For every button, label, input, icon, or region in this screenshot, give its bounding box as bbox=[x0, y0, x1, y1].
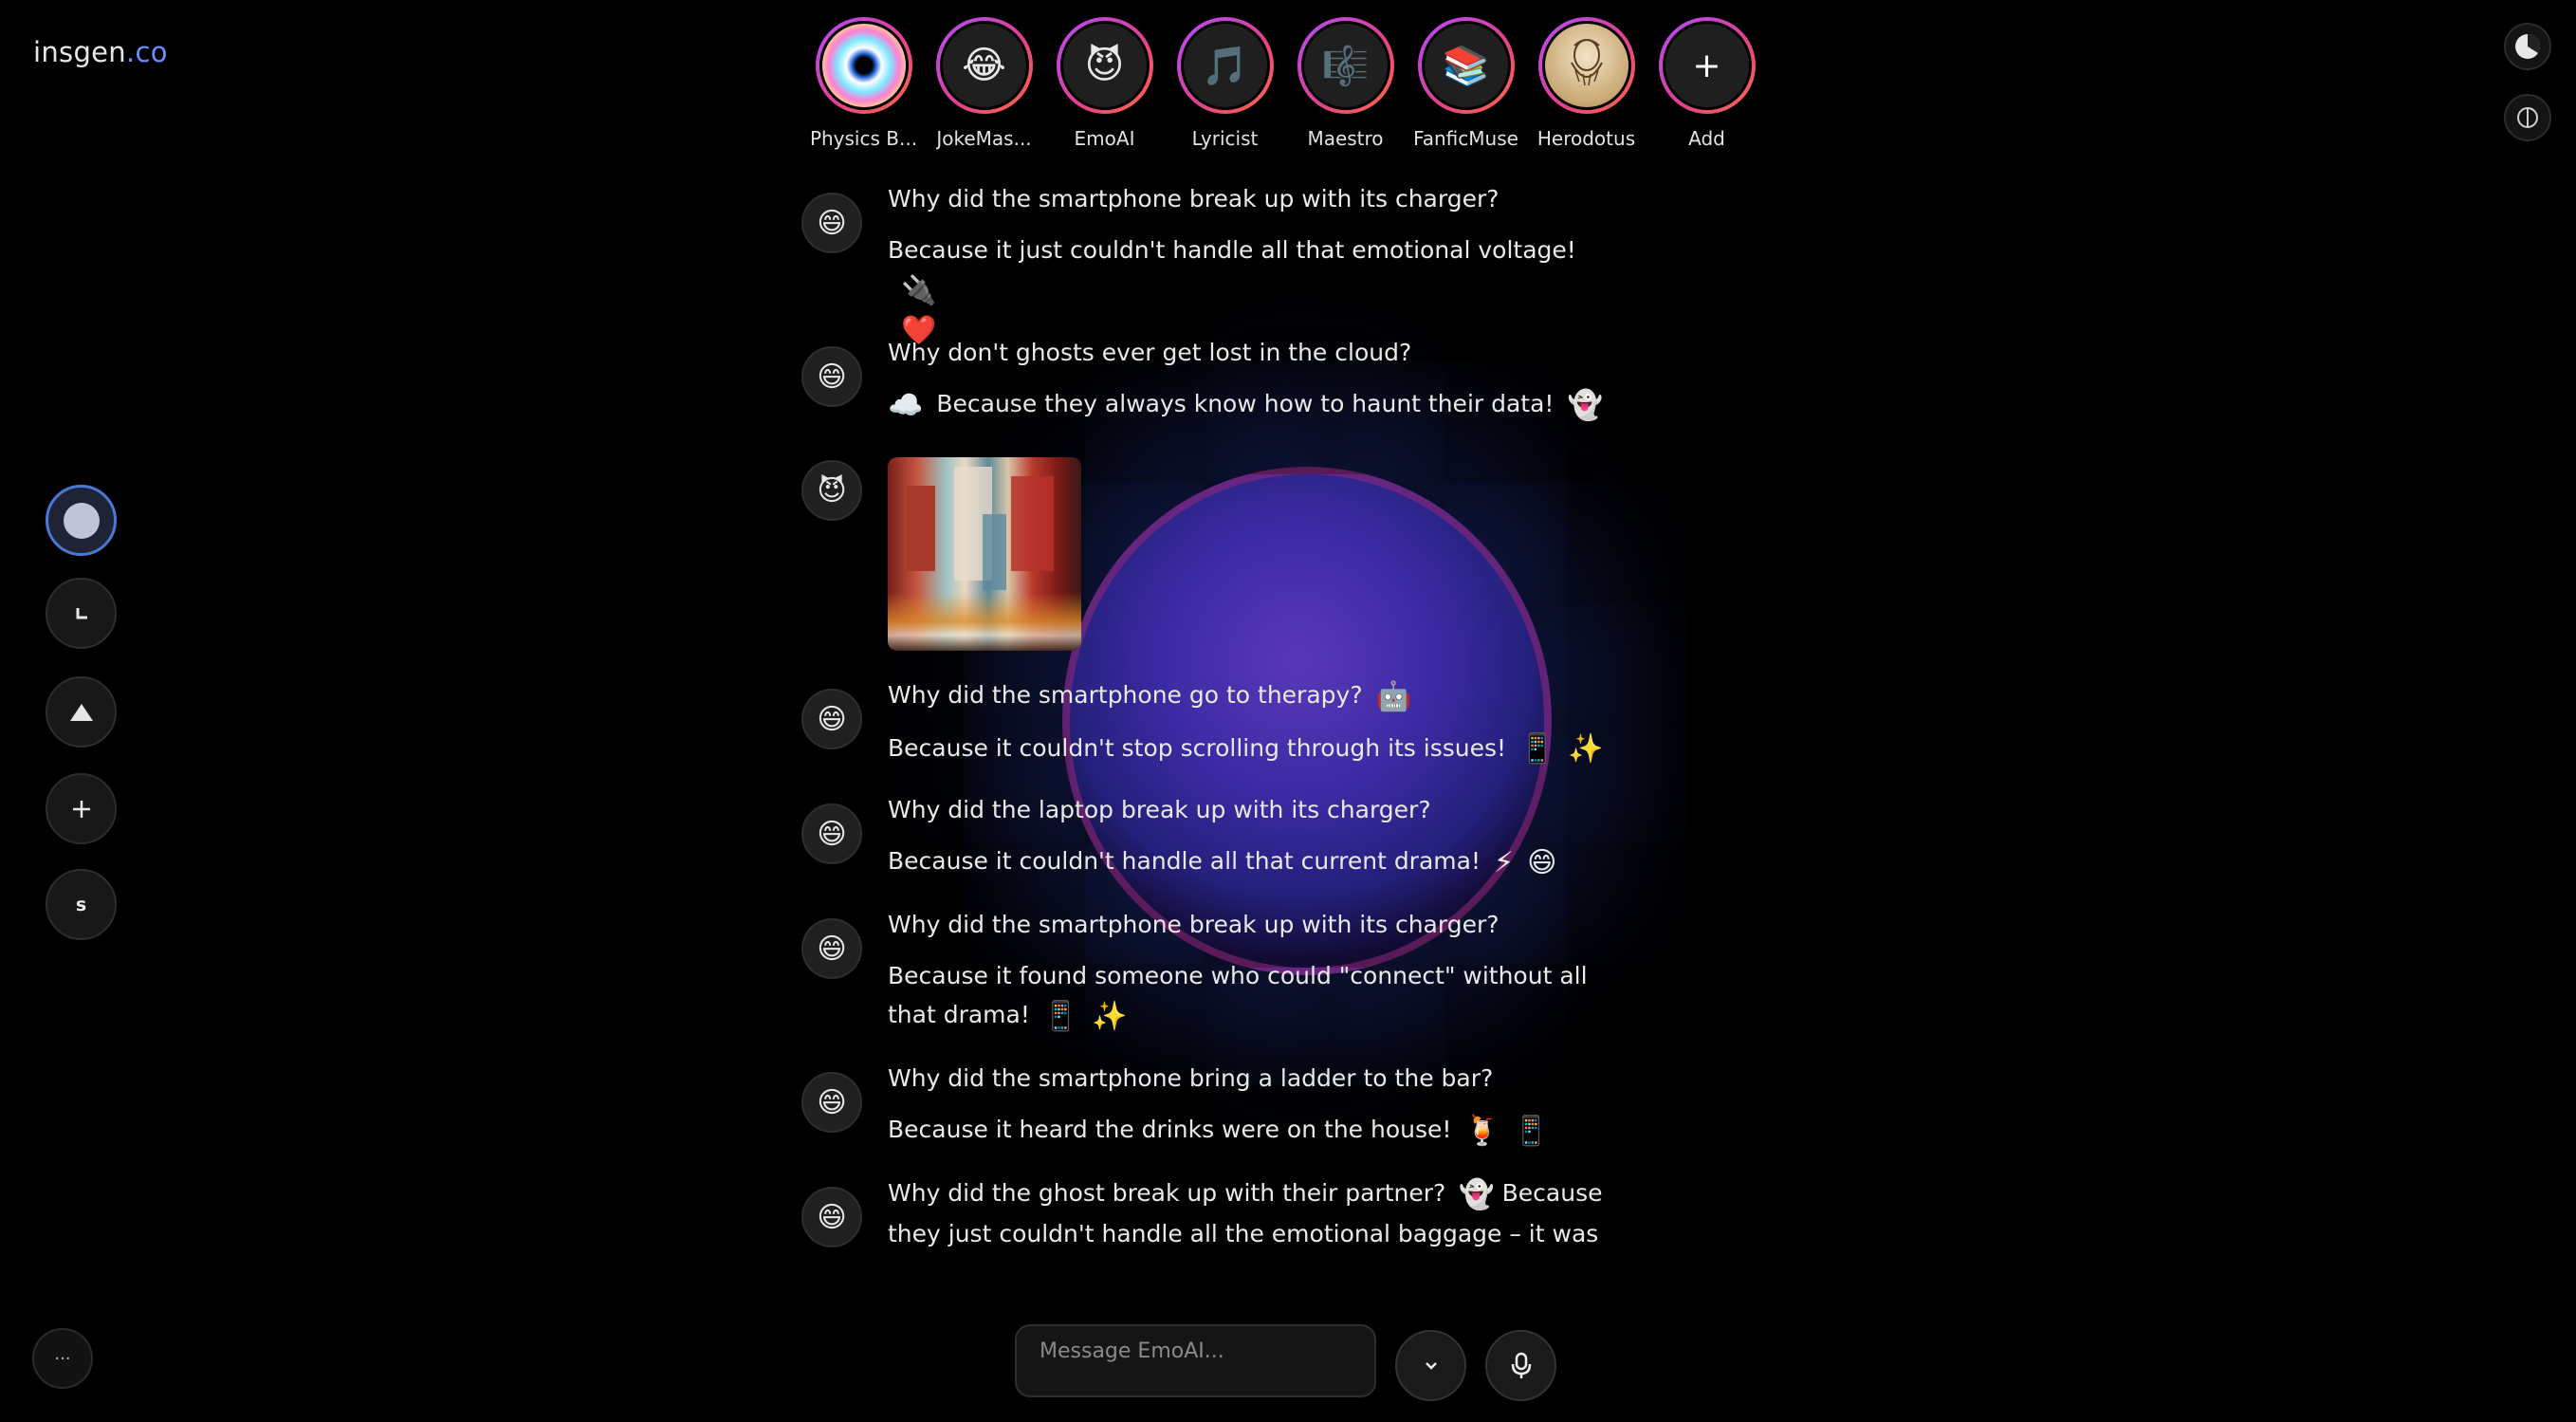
chat-thread: 😄 Why did the smartphone break up with i… bbox=[801, 185, 1617, 1247]
cloud-emoji-icon: ☁️ bbox=[888, 388, 924, 422]
music-note-icon: 🎵 bbox=[1180, 21, 1270, 110]
story-physics[interactable]: Physics B... bbox=[803, 17, 924, 150]
message-answer: Because it couldn't stop scrolling throu… bbox=[888, 733, 1507, 762]
grinning-face-avatar: 😄 bbox=[801, 689, 862, 749]
grinning-face-avatar: 😄 bbox=[801, 1187, 862, 1247]
chevron-down-icon bbox=[1425, 1361, 1437, 1370]
profile-button[interactable] bbox=[2504, 23, 2551, 70]
sidebar-home-button[interactable] bbox=[46, 485, 117, 556]
sparkles-emoji-icon: ✨ bbox=[1092, 999, 1128, 1033]
theme-toggle-button[interactable] bbox=[2504, 94, 2551, 141]
message-answer: Because it heard the drinks were on the … bbox=[888, 1116, 1452, 1143]
plug-emoji-icon: 🔌 bbox=[901, 273, 937, 307]
story-emoai[interactable]: 😈 EmoAI bbox=[1044, 17, 1165, 150]
phone-emoji-icon: 📱 bbox=[1042, 999, 1079, 1033]
message-placeholder: Message EmoAI... bbox=[1040, 1339, 1224, 1363]
ellipsis-icon: ··· bbox=[54, 1348, 71, 1369]
message-question: Why did the ghost break up with their pa… bbox=[888, 1179, 1446, 1207]
story-maestro[interactable]: 🎼 Maestro bbox=[1285, 17, 1406, 150]
ghost-emoji-icon: 👻 bbox=[1459, 1177, 1495, 1211]
more-options-button[interactable]: ··· bbox=[32, 1328, 93, 1389]
lightning-emoji-icon: ⚡ bbox=[1493, 845, 1515, 879]
message-question: Why did the smartphone break up with its… bbox=[888, 911, 1500, 938]
message-question: Why did the smartphone go to therapy? bbox=[888, 681, 1363, 709]
sidebar-s-button[interactable]: s bbox=[46, 869, 117, 940]
devil-face-icon: 😈 bbox=[1059, 21, 1150, 110]
circle-icon bbox=[63, 502, 100, 539]
message-answer: Because it couldn't handle all that curr… bbox=[888, 847, 1481, 875]
physics-eye-avatar bbox=[819, 21, 909, 110]
laughing-face-icon: 😂 bbox=[939, 21, 1029, 110]
triangle-icon bbox=[69, 703, 93, 721]
message-answer: Because it just couldn't handle all that… bbox=[888, 236, 1576, 264]
app-logo[interactable]: insgen.co bbox=[33, 36, 168, 68]
microphone-icon bbox=[1511, 1352, 1531, 1378]
phone-emoji-icon: 📱 bbox=[1513, 1114, 1550, 1148]
contrast-icon bbox=[2517, 107, 2538, 128]
story-name: Add bbox=[1688, 127, 1725, 150]
grinning-face-avatar: 😄 bbox=[801, 193, 862, 253]
message-answer: Because they always know how to haunt th… bbox=[936, 390, 1555, 417]
agent-stories-row: Physics B... 😂 JokeMas... 😈 EmoAI 🎵 Lyri… bbox=[803, 17, 1767, 150]
grinning-face-avatar: 😄 bbox=[801, 918, 862, 979]
grinning-face-avatar: 😄 bbox=[801, 346, 862, 407]
grinning-face-avatar: 😄 bbox=[801, 803, 862, 864]
grinning-face-avatar: 😄 bbox=[801, 1072, 862, 1133]
story-name: EmoAI bbox=[1074, 127, 1135, 150]
microphone-button[interactable] bbox=[1485, 1330, 1556, 1401]
message-question: Why did the smartphone break up with its… bbox=[888, 185, 1500, 212]
story-name: Lyricist bbox=[1191, 127, 1259, 150]
plus-icon bbox=[72, 800, 90, 818]
story-name: Maestro bbox=[1307, 127, 1384, 150]
abstract-painting-image[interactable] bbox=[888, 457, 1081, 651]
story-name: Physics B... bbox=[809, 127, 918, 150]
sparkles-emoji-icon: ✨ bbox=[1568, 732, 1604, 766]
corner-icon bbox=[76, 607, 87, 619]
message-question: Why did the smartphone bring a ladder to… bbox=[888, 1064, 1494, 1092]
books-icon: 📚 bbox=[1421, 21, 1511, 110]
story-name: JokeMas... bbox=[936, 127, 1032, 150]
grinning-emoji-icon: 😄 bbox=[1527, 845, 1557, 879]
plus-icon: + bbox=[1662, 21, 1752, 110]
message-input[interactable]: Message EmoAI... bbox=[1015, 1324, 1376, 1397]
herodotus-portrait-avatar bbox=[1541, 21, 1631, 110]
message-answer: Because it found someone who could "conn… bbox=[888, 962, 1588, 1028]
logo-text: insgen bbox=[33, 36, 126, 68]
logo-accent: .co bbox=[125, 36, 168, 68]
robot-emoji-icon: 🤖 bbox=[1375, 679, 1411, 713]
expand-options-button[interactable] bbox=[1395, 1330, 1466, 1401]
story-name: FanficMuse bbox=[1413, 127, 1518, 150]
sidebar-add-button[interactable] bbox=[46, 773, 117, 844]
story-herodotus[interactable]: Herodotus bbox=[1526, 17, 1647, 150]
sidebar-triangle-button[interactable] bbox=[46, 676, 117, 748]
story-name: Herodotus bbox=[1536, 127, 1636, 150]
devil-face-avatar: 😈 bbox=[801, 460, 862, 521]
story-ring bbox=[815, 17, 912, 114]
profile-avatar-icon bbox=[2515, 33, 2541, 59]
story-lyricist[interactable]: 🎵 Lyricist bbox=[1165, 17, 1285, 150]
story-jokemaster[interactable]: 😂 JokeMas... bbox=[924, 17, 1044, 150]
phone-emoji-icon: 📱 bbox=[1519, 732, 1555, 766]
cocktail-emoji-icon: 🍹 bbox=[1464, 1114, 1500, 1148]
story-add[interactable]: + Add bbox=[1647, 17, 1767, 150]
ghost-emoji-icon: 👻 bbox=[1567, 388, 1603, 422]
s-label: s bbox=[75, 894, 87, 915]
message-question: Why did the laptop break up with its cha… bbox=[888, 796, 1431, 823]
portrait-sketch bbox=[1570, 39, 1603, 86]
message-question: Why don't ghosts ever get lost in the cl… bbox=[888, 339, 1412, 366]
story-fanficmuse[interactable]: 📚 FanficMuse bbox=[1406, 17, 1526, 150]
sidebar-corner-button[interactable] bbox=[46, 578, 117, 649]
musical-score-icon: 🎼 bbox=[1300, 21, 1390, 110]
